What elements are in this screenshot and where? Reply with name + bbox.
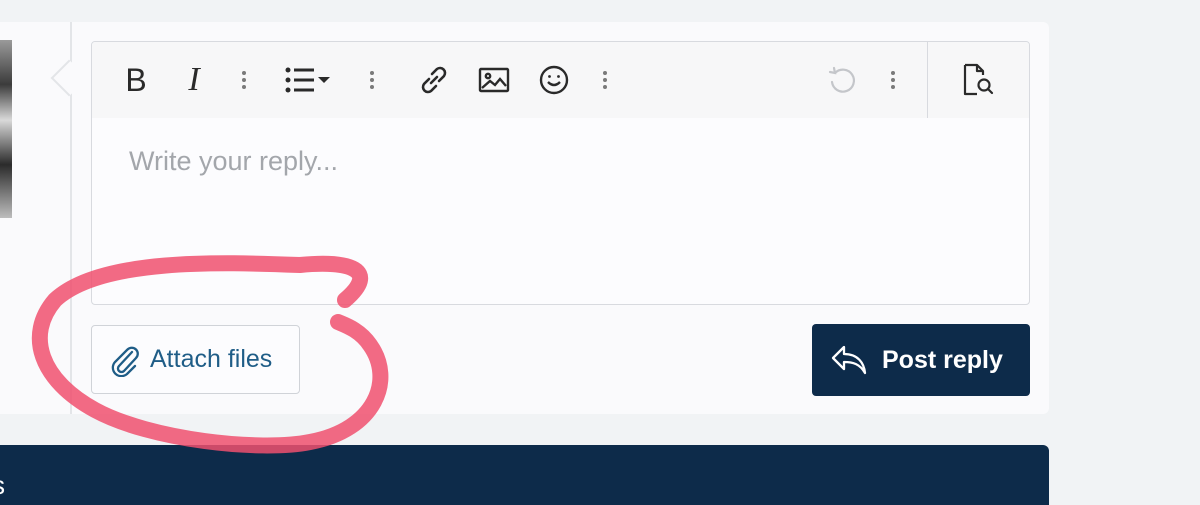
more-options-icon <box>603 68 607 92</box>
user-avatar[interactable] <box>0 40 12 218</box>
more-insert-options-button[interactable] <box>364 60 380 100</box>
paperclip-icon <box>111 346 139 377</box>
reply-icon <box>831 345 867 375</box>
reply-editor: B I Write your reply... <box>91 41 1030 305</box>
preview-icon <box>963 63 994 96</box>
attach-files-button[interactable]: Attach files <box>91 325 300 394</box>
reply-placeholder: Write your reply... <box>129 146 339 176</box>
editor-toolbar: B I <box>92 42 1029 118</box>
more-options-icon <box>891 68 895 92</box>
attach-files-label: Attach files <box>150 345 273 373</box>
bold-icon: B <box>125 61 147 98</box>
bold-button[interactable]: B <box>116 60 156 100</box>
undo-icon <box>828 66 855 93</box>
link-icon <box>421 66 447 94</box>
toolbar-separator <box>927 42 928 118</box>
smiley-icon <box>539 65 569 95</box>
preview-button[interactable] <box>958 60 998 100</box>
link-button[interactable] <box>414 60 454 100</box>
post-reply-button[interactable]: Post reply <box>812 324 1030 396</box>
more-options-icon <box>370 68 374 92</box>
more-options-icon <box>242 68 246 92</box>
post-reply-label: Post reply <box>882 345 1003 374</box>
list-icon <box>285 67 330 93</box>
italic-button[interactable]: I <box>174 60 214 100</box>
more-media-options-button[interactable] <box>597 60 613 100</box>
image-icon <box>478 67 510 93</box>
reply-textarea[interactable]: Write your reply... <box>129 146 338 177</box>
image-button[interactable] <box>474 60 514 100</box>
more-history-options-button[interactable] <box>885 60 901 100</box>
footer-bar <box>0 445 1049 505</box>
footer-text-fragment: s <box>0 470 5 501</box>
italic-icon: I <box>188 61 200 98</box>
smiley-button[interactable] <box>534 60 574 100</box>
list-button[interactable] <box>284 60 336 100</box>
more-text-options-button[interactable] <box>236 60 252 100</box>
undo-button[interactable] <box>822 60 862 100</box>
